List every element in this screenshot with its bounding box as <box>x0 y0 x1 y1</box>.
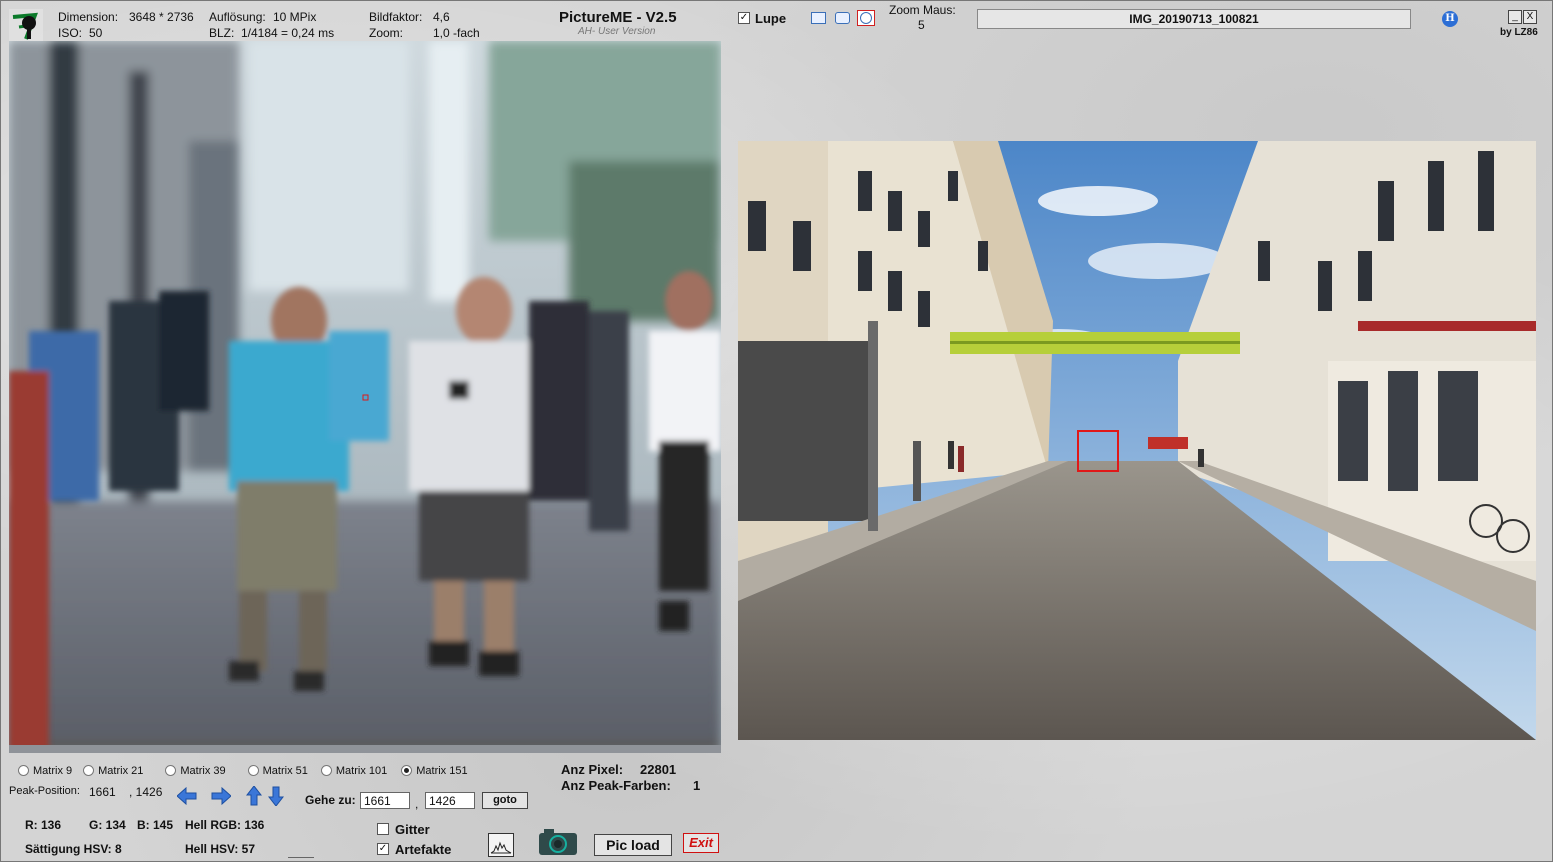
peak-position-x: 1661 <box>89 785 116 799</box>
matrix-radio[interactable] <box>320 765 332 777</box>
byline: by LZ86 <box>1500 27 1538 38</box>
zoom-scrollbar[interactable] <box>9 745 721 753</box>
matrix-label: Matrix 9 <box>33 764 73 777</box>
peak-position-y: , 1426 <box>129 785 163 799</box>
matrix-label: Matrix 21 <box>98 764 144 777</box>
g-value: G: 134 <box>89 818 126 832</box>
zoom-value: 1,0 -fach <box>433 26 480 40</box>
matrix-radio[interactable] <box>401 765 413 777</box>
matrix-options: Matrix 9 Matrix 21 Matrix 39 Matrix 51 Matri… <box>18 763 468 777</box>
matrix-label: Matrix 39 <box>180 764 226 777</box>
matrix-option[interactable]: Matrix 39 <box>165 763 226 777</box>
peak-position-label: Peak-Position: <box>9 785 80 797</box>
zoom-label: Zoom: <box>369 26 404 40</box>
gitter-label: Gitter <box>395 822 430 837</box>
goto-x-input[interactable]: 1661 <box>360 792 410 809</box>
app-subtitle: AH- User Version <box>578 26 656 37</box>
matrix-option[interactable]: Matrix 51 <box>247 763 308 777</box>
circle-lens-button[interactable] <box>857 10 875 26</box>
aufloesung-value: 10 MPix <box>273 10 317 24</box>
gitter-checkbox[interactable] <box>377 823 389 835</box>
rect-lens-button[interactable] <box>811 12 826 24</box>
goto-button[interactable]: goto <box>482 792 528 809</box>
lupe-checkbox[interactable]: ✓ <box>738 12 750 24</box>
bildfaktor-label: Bildfaktor: <box>369 10 423 24</box>
blz-value: 1/4184 = 0,24 ms <box>241 26 335 40</box>
help-button[interactable]: H <box>1442 11 1458 27</box>
matrix-option[interactable]: Matrix 151 <box>401 763 468 777</box>
anz-peak-label: Anz Peak-Farben: <box>561 778 671 793</box>
saettigung-value: Sättigung HSV: 8 <box>25 842 122 856</box>
artefakte-label: Artefakte <box>395 842 452 857</box>
iso-value: 50 <box>89 26 103 40</box>
matrix-label: Matrix 101 <box>335 764 388 777</box>
goto-separator: , <box>415 797 419 811</box>
exit-button[interactable]: Exit <box>683 833 719 853</box>
artefakte-checkbox[interactable]: ✓ <box>377 843 389 855</box>
anz-peak-value: 1 <box>693 778 701 793</box>
tree-logo-icon <box>9 9 43 43</box>
aufloesung-label: Auflösung: <box>209 10 266 24</box>
zoom-maus-value[interactable]: 5 <box>918 18 925 32</box>
overview-image[interactable] <box>738 141 1536 740</box>
matrix-option[interactable]: Matrix 21 <box>83 763 143 777</box>
anz-pixel-value: 22801 <box>640 762 677 777</box>
matrix-radio[interactable] <box>165 765 177 777</box>
histogram-icon[interactable] <box>488 833 514 857</box>
minimize-button[interactable]: _ <box>1508 10 1522 24</box>
blz-label: BLZ: <box>209 26 235 40</box>
anz-pixel-label: Anz Pixel: <box>561 762 624 777</box>
arrow-right-icon[interactable] <box>211 786 232 808</box>
hell-rgb-value: Hell RGB: 136 <box>185 818 265 832</box>
close-button[interactable]: X <box>1523 10 1537 24</box>
matrix-radio[interactable] <box>247 765 259 777</box>
matrix-radio[interactable] <box>83 765 95 777</box>
zoom-view[interactable] <box>9 41 721 753</box>
divider <box>288 857 314 858</box>
goto-label: Gehe zu: <box>305 793 356 807</box>
arrow-down-icon[interactable] <box>267 786 285 809</box>
b-value: B: 145 <box>137 818 174 832</box>
app-title: PictureME - V2.5 <box>559 9 677 26</box>
hell-hsv-value: Hell HSV: 57 <box>185 842 256 856</box>
dimension-label: Dimension: <box>58 10 119 24</box>
matrix-label: Matrix 151 <box>416 764 468 777</box>
arrow-up-icon[interactable] <box>245 785 263 809</box>
pic-load-button[interactable]: Pic load <box>594 834 672 856</box>
matrix-label: Matrix 51 <box>262 764 308 777</box>
goto-y-input[interactable]: 1426 <box>425 792 475 809</box>
rounded-lens-button[interactable] <box>835 12 850 24</box>
arrow-left-icon[interactable] <box>176 786 197 808</box>
camera-icon[interactable] <box>538 828 578 859</box>
matrix-radio[interactable] <box>18 765 29 777</box>
matrix-option[interactable]: Matrix 9 <box>18 763 72 777</box>
zoom-maus-label: Zoom Maus: <box>889 3 956 17</box>
lupe-label: Lupe <box>755 11 787 26</box>
bildfaktor-value: 4,6 <box>433 10 450 24</box>
filename-field: IMG_20190713_100821 <box>977 9 1411 29</box>
r-value: R: 136 <box>25 818 62 832</box>
matrix-option[interactable]: Matrix 101 <box>320 763 388 777</box>
iso-label: ISO: <box>58 26 83 40</box>
dimension-value: 3648 * 2736 <box>129 10 194 24</box>
